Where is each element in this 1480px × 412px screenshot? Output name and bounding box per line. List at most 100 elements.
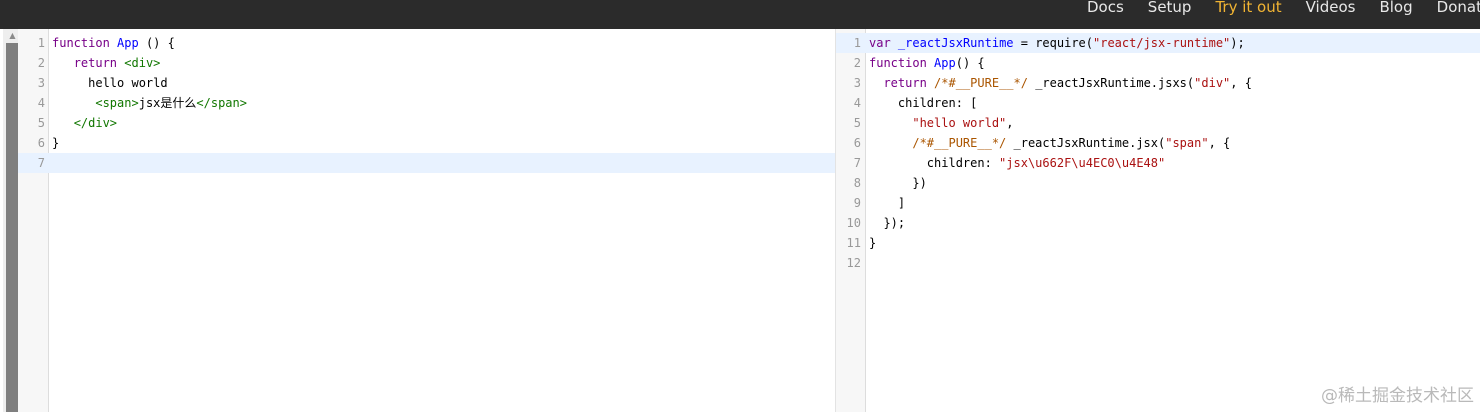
line-number: 1	[37, 36, 45, 50]
line-code: children: [	[869, 93, 977, 113]
code-token: );	[1230, 36, 1245, 50]
line-code: return /*#__PURE__*/ _reactJsxRuntime.js…	[869, 73, 1252, 93]
code-token: App	[117, 36, 139, 50]
line-code: function App() {	[869, 53, 985, 73]
code-token: "div"	[1194, 76, 1231, 90]
code-line[interactable]: 11}	[836, 233, 1480, 253]
code-line[interactable]: 3 hello world	[18, 73, 835, 93]
line-code: }	[52, 133, 59, 153]
code-token: <span>	[95, 96, 139, 110]
line-code: "hello world",	[869, 113, 1014, 133]
code-line[interactable]: 1 var _reactJsxRuntime = require("react/j…	[836, 33, 1480, 53]
code-token: </div>	[73, 116, 118, 130]
line-code: children: "jsx\u662F\u4EC0\u4E48"	[869, 153, 1165, 173]
code-line[interactable]: 1 function App () {	[18, 33, 835, 53]
line-number: 10	[846, 216, 861, 230]
code-token: ]	[869, 196, 906, 210]
code-token: "jsx\u662F\u4EC0\u4E48"	[999, 156, 1166, 170]
line-code: /*#__PURE__*/ _reactJsxRuntime.jsx("span…	[869, 133, 1230, 153]
code-line[interactable]: 5 "hello world",	[836, 113, 1480, 133]
line-number: 5	[853, 116, 861, 130]
nav-link-setup[interactable]: Setup	[1148, 0, 1192, 15]
code-line[interactable]: 3 return /*#__PURE__*/ _reactJsxRuntime.…	[836, 73, 1480, 93]
code-token: function	[52, 36, 110, 50]
line-number: 12	[846, 256, 861, 270]
code-line[interactable]: 9 ]	[836, 193, 1480, 213]
code-line[interactable]: 6 /*#__PURE__*/ _reactJsxRuntime.jsx("sp…	[836, 133, 1480, 153]
code-token: , {	[1230, 76, 1252, 90]
code-line[interactable]: 2 return <div>	[18, 53, 835, 73]
code-token: /*#__PURE__*/	[934, 76, 1028, 90]
code-line[interactable]: 10 });	[836, 213, 1480, 233]
line-number: 6	[853, 136, 861, 150]
code-line[interactable]: 7 children: "jsx\u662F\u4EC0\u4E48"	[836, 153, 1480, 173]
line-code: }	[869, 233, 876, 253]
line-number: 7	[853, 156, 861, 170]
code-token: App	[934, 56, 956, 70]
code-token: return	[73, 56, 118, 70]
code-line[interactable]: 12	[836, 253, 1480, 273]
line-code: <span>jsx是什么</span>	[52, 93, 247, 113]
line-code: function App () {	[52, 33, 175, 53]
nav-link-donate[interactable]: Donate	[1437, 0, 1480, 15]
input-code-editor[interactable]: 1 function App () {2 return <div> 3 hello …	[18, 29, 835, 412]
line-number: 2	[37, 56, 45, 70]
line-code: ]	[869, 193, 905, 213]
line-code: var _reactJsxRuntime = require("react/js…	[869, 33, 1245, 53]
nav-link-try-it-out[interactable]: Try it out	[1215, 0, 1281, 15]
line-code: });	[869, 213, 905, 233]
line-number: 9	[853, 196, 861, 210]
code-token: () {	[955, 56, 985, 70]
code-token: _reactJsxRuntime.jsx(	[1006, 136, 1166, 150]
output-code-editor[interactable]: 1 var _reactJsxRuntime = require("react/j…	[835, 29, 1480, 412]
line-code: })	[869, 173, 927, 193]
code-line[interactable]: 6}	[18, 133, 835, 153]
code-line[interactable]: 4 <span>jsx是什么</span>	[18, 93, 835, 113]
code-line[interactable]: 2 function App() {	[836, 53, 1480, 73]
code-token: ,	[1006, 116, 1014, 130]
line-number: 11	[846, 236, 861, 250]
code-lines[interactable]: 1 function App () {2 return <div> 3 hello …	[18, 33, 835, 173]
code-lines[interactable]: 1 var _reactJsxRuntime = require("react/j…	[836, 33, 1480, 273]
code-token: children:	[869, 156, 1000, 170]
line-number: 7	[37, 156, 45, 170]
code-token: <div>	[124, 56, 161, 70]
editor-area: ▲ 1 function App () {2 return <div> 3 hell…	[0, 29, 1480, 412]
nav-link-videos[interactable]: Videos	[1306, 0, 1356, 15]
code-line[interactable]: 7	[18, 153, 835, 173]
vertical-scrollbar[interactable]: ▲	[3, 29, 19, 412]
line-number: 3	[853, 76, 861, 90]
code-token: "hello world"	[912, 116, 1007, 130]
watermark: @稀土掘金技术社区	[1321, 386, 1474, 406]
code-token: });	[869, 216, 906, 230]
line-number: 3	[37, 76, 45, 90]
code-token: var	[869, 36, 891, 50]
line-number: 6	[37, 136, 45, 150]
code-line[interactable]: 8 })	[836, 173, 1480, 193]
code-token: }	[52, 136, 60, 150]
nav-link-blog[interactable]: Blog	[1379, 0, 1412, 15]
code-token: "span"	[1165, 136, 1209, 150]
line-code: return <div>	[52, 53, 161, 73]
line-code: hello world	[52, 73, 167, 93]
code-token: children: [	[869, 96, 978, 110]
code-token: _reactJsxRuntime.jsxs(	[1027, 76, 1195, 90]
line-code: </div>	[52, 113, 117, 133]
code-token: , {	[1208, 136, 1231, 150]
code-line[interactable]: 5 </div>	[18, 113, 835, 133]
code-line[interactable]: 4 children: [	[836, 93, 1480, 113]
code-token: _reactJsxRuntime	[897, 36, 1014, 50]
code-token: function	[869, 56, 927, 70]
nav-link-docs[interactable]: Docs	[1087, 0, 1124, 15]
code-token: </span>	[196, 96, 247, 110]
code-token: })	[869, 176, 927, 190]
line-number: 1	[853, 36, 861, 50]
